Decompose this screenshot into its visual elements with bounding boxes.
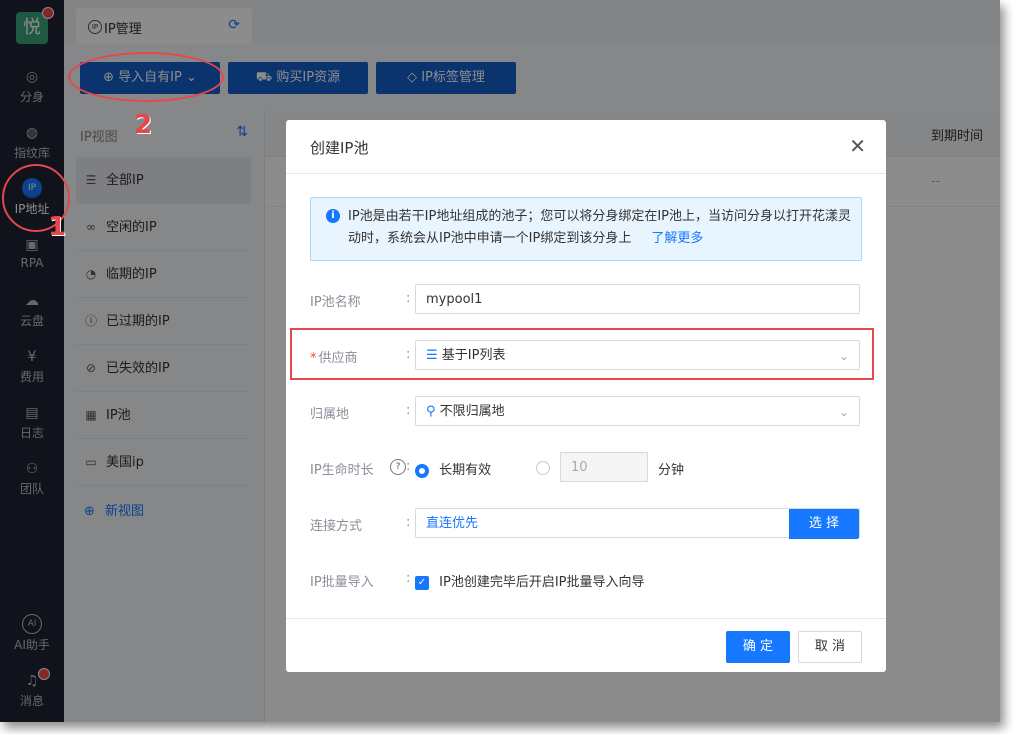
- radio-long-term-label: 长期有效: [439, 463, 492, 478]
- region-row: 归属地 : ⚲ 不限归属地 ⌄: [310, 396, 862, 428]
- region-value: 不限归属地: [439, 404, 505, 419]
- duration-input: 10: [560, 452, 648, 482]
- connection-row: 连接方式 : 直连优先 选 择: [310, 508, 862, 540]
- region-select[interactable]: ⚲ 不限归属地 ⌄: [415, 396, 860, 426]
- duration-unit: 分钟: [658, 463, 685, 478]
- chevron-down-icon: ⌄: [838, 405, 849, 419]
- learn-more-link[interactable]: 了解更多: [651, 231, 703, 246]
- dialog-title: 创建IP池: [310, 139, 369, 157]
- batch-import-row: IP批量导入 : ✓ IP池创建完毕后开启IP批量导入向导: [310, 564, 862, 596]
- region-label: 归属地: [310, 407, 350, 422]
- connection-value: 直连优先: [426, 516, 479, 531]
- info-icon: i: [326, 209, 340, 223]
- colon: :: [406, 571, 411, 586]
- radio-long-term[interactable]: [415, 463, 429, 478]
- select-connection-button[interactable]: 选 择: [789, 509, 859, 539]
- checkbox-batch-import[interactable]: ✓: [415, 575, 429, 590]
- batch-import-option[interactable]: ✓ IP池创建完毕后开启IP批量导入向导: [415, 571, 645, 590]
- pool-name-input[interactable]: mypool1: [415, 284, 860, 314]
- info-text: IP池是由若干IP地址组成的池子；您可以将分身绑定在IP池上，当访问分身以打开花…: [348, 209, 852, 246]
- info-banner: i IP池是由若干IP地址组成的池子；您可以将分身绑定在IP池上，当访问分身以打…: [310, 197, 862, 261]
- location-pin-icon: ⚲: [426, 404, 436, 419]
- annotation-circle-import: [68, 52, 224, 102]
- colon: :: [406, 459, 411, 474]
- batch-import-label: IP批量导入: [310, 575, 374, 590]
- pool-name-label: IP池名称: [310, 295, 361, 310]
- batch-import-text: IP池创建完毕后开启IP批量导入向导: [439, 575, 645, 590]
- lifetime-long-option[interactable]: 长期有效: [415, 459, 491, 478]
- colon: :: [406, 515, 411, 530]
- annotation-number-2: 2: [134, 110, 153, 140]
- radio-custom-duration[interactable]: [536, 461, 550, 475]
- dialog-footer: 确 定 取 消: [286, 618, 886, 673]
- create-ip-pool-dialog: 创建IP池 ✕ i IP池是由若干IP地址组成的池子；您可以将分身绑定在IP池上…: [286, 120, 886, 672]
- colon: :: [406, 403, 411, 418]
- info-text-wrap: IP池是由若干IP地址组成的池子；您可以将分身绑定在IP池上，当访问分身以打开花…: [348, 206, 853, 250]
- close-icon[interactable]: ✕: [849, 134, 866, 158]
- dialog-header: 创建IP池 ✕: [286, 120, 886, 174]
- lifetime-row: IP生命时长 ? : 长期有效 10 分钟: [310, 452, 862, 484]
- annotation-number-1: 1: [48, 212, 67, 242]
- cancel-button[interactable]: 取 消: [798, 631, 862, 663]
- help-icon[interactable]: ?: [390, 459, 406, 475]
- confirm-button[interactable]: 确 定: [726, 631, 790, 663]
- pool-name-row: IP池名称 : mypool1: [310, 284, 862, 316]
- colon: :: [406, 291, 411, 306]
- annotation-box-supplier: [290, 328, 874, 380]
- connection-label: 连接方式: [310, 519, 363, 534]
- app-window: 悦 ◎ 分身 ◍ 指纹库 IP IP地址 ▣ RPA ☁ 云盘 ¥ 费用 ▤ 日…: [0, 0, 1000, 722]
- connection-field[interactable]: 直连优先 选 择: [415, 508, 860, 539]
